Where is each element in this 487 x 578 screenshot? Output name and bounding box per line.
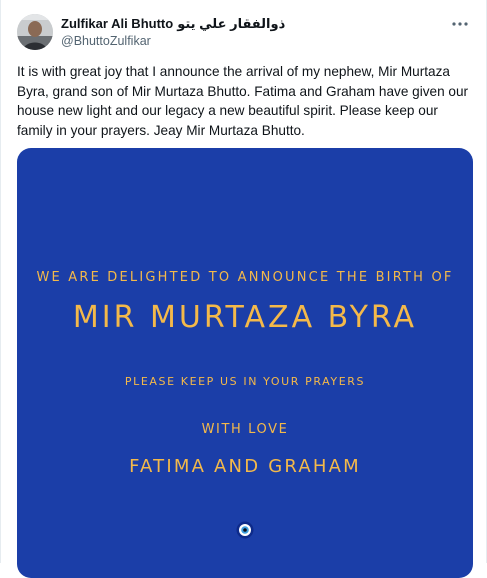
with-love-line: WITH LOVE: [201, 422, 289, 437]
prayers-line: PLEASE KEEP US IN YOUR PRAYERS: [124, 375, 366, 388]
author-avatar[interactable]: [17, 14, 53, 50]
author-handle[interactable]: @BhuttoZulfikar: [61, 33, 446, 50]
more-horizontal-icon: [452, 22, 468, 26]
parents-names: FATIMA AND GRAHAM: [129, 456, 361, 477]
avatar-photo: [17, 14, 53, 50]
baby-name: MIR MURTAZA BYRA: [72, 300, 418, 335]
evil-eye-icon: [236, 521, 254, 539]
author-name-row[interactable]: Zulfikar Ali Bhutto ذوالفقار علي يتو: [61, 15, 446, 32]
announcement-line: WE ARE DELIGHTED TO ANNOUNCE THE BIRTH O…: [36, 270, 454, 285]
tweet-header: Zulfikar Ali Bhutto ذوالفقار علي يتو @Bh…: [61, 15, 446, 50]
author-name-urdu[interactable]: ذوالفقار علي يتو: [177, 15, 285, 32]
author-name[interactable]: Zulfikar Ali Bhutto: [61, 15, 173, 32]
more-options-button[interactable]: [450, 16, 470, 32]
tweet-text: It is with great joy that I announce the…: [17, 64, 469, 138]
tweet-media-image[interactable]: WE ARE DELIGHTED TO ANNOUNCE THE BIRTH O…: [17, 148, 473, 578]
tweet-card[interactable]: Zulfikar Ali Bhutto ذوالفقار علي يتو @Bh…: [0, 0, 487, 578]
